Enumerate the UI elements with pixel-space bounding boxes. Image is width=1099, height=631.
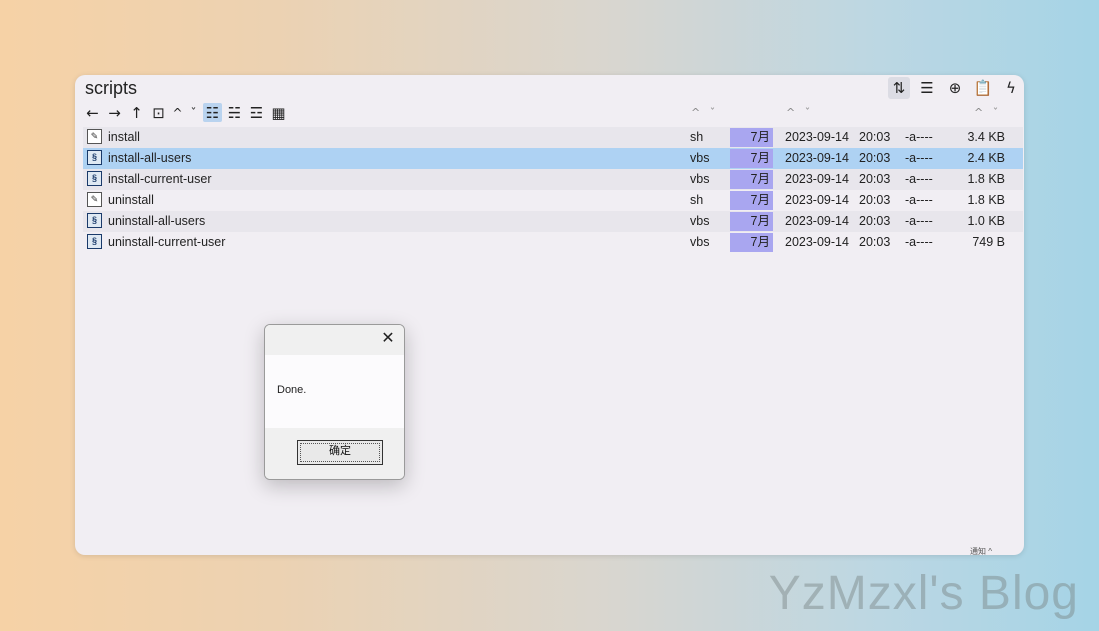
file-month: 7月 [750,235,770,249]
file-name: uninstall-all-users [108,214,206,228]
chevron-up-icon[interactable]: ^ [171,103,184,122]
file-name: install-current-user [108,172,212,186]
file-type: vbs [690,235,710,249]
file-time: 20:03 [859,151,891,165]
file-date: 2023-09-14 [785,130,849,144]
vbs-script-icon: § [87,150,102,165]
file-month: 7月 [750,214,770,228]
file-row[interactable]: § install-all-users vbs 7月 2023-09-14 20:03 -a… [83,148,1023,169]
file-date: 2023-09-14 [785,214,849,228]
file-month-badge: 7月 [730,212,773,231]
file-time: 20:03 [859,214,891,228]
file-attributes: -a---- [905,151,933,165]
grid-view-icon[interactable]: ▦ [269,103,288,122]
file-attributes: -a---- [905,193,933,207]
file-size: 749 B [972,235,1005,249]
list-view-icon[interactable]: ☰ [916,77,938,99]
file-size: 1.8 KB [967,193,1005,207]
file-attributes: -a---- [905,214,933,228]
file-date: 2023-09-14 [785,235,849,249]
file-month-badge: 7月 [730,149,773,168]
file-size: 2.4 KB [967,151,1005,165]
nav-toolbar: ← → ↑ ⊡ ^ ˇ ☷ ☵ ☲ ▦ [83,103,288,122]
file-size: 1.8 KB [967,172,1005,186]
dialog-footer: 确定 [265,428,404,479]
vbs-script-icon: § [87,213,102,228]
notification-toggle[interactable]: 通知 ^ [970,546,992,557]
forward-arrow-icon[interactable]: → [105,103,124,122]
file-name: install-all-users [108,151,192,165]
file-size: 3.4 KB [967,130,1005,144]
file-name: uninstall-current-user [108,235,226,249]
add-circle-icon[interactable]: ⊕ [944,77,966,99]
top-toolbar: ⇅ ☰ ⊕ 📋 ϟ [888,77,1022,99]
up-arrow-icon[interactable]: ↑ [127,103,146,122]
sort-icon[interactable]: ⇅ [888,77,910,99]
file-month: 7月 [750,193,770,207]
file-month-badge: 7月 [730,170,773,189]
file-month: 7月 [750,130,770,144]
watermark: YzMzxl's Blog [768,567,1079,620]
dialog-titlebar: ✕ [265,325,404,355]
file-size: 1.0 KB [967,214,1005,228]
sort-type-arrows-icon[interactable]: ^ ˇ [691,106,718,119]
file-type: sh [690,193,704,207]
file-month: 7月 [750,151,770,165]
ok-button[interactable]: 确定 [297,440,383,465]
file-attributes: -a---- [905,172,933,186]
file-month-badge: 7月 [730,128,773,147]
file-row[interactable]: § install-current-user vbs 7月 2023-09-14 20:0… [83,169,1023,190]
file-time: 20:03 [859,235,891,249]
shell-script-icon: ✎ [87,192,102,207]
file-month: 7月 [750,172,770,186]
file-time: 20:03 [859,130,891,144]
open-folder-icon[interactable]: ⊡ [149,103,168,122]
file-type: vbs [690,214,710,228]
sort-size-arrows-icon[interactable]: ^ ˇ [974,106,1001,119]
file-row[interactable]: ✎ uninstall sh 7月 2023-09-14 20:03 -a---- 1.8 K… [83,190,1023,211]
file-type: sh [690,130,704,144]
file-name: install [108,130,140,144]
file-row[interactable]: § uninstall-current-user vbs 7月 2023-09-14 20… [83,232,1023,253]
vbs-script-icon: § [87,234,102,249]
shell-script-icon: ✎ [87,129,102,144]
sort-date-arrows-icon[interactable]: ^ ˇ [786,106,813,119]
chevron-down-icon[interactable]: ˇ [187,103,200,122]
dialog-body: Done. [265,355,404,428]
file-date: 2023-09-14 [785,151,849,165]
close-icon[interactable]: ✕ [380,330,396,348]
file-list: ✎ install sh 7月 2023-09-14 20:03 -a---- 3.4 KB §… [83,127,1023,253]
window-title: scripts [85,78,138,98]
message-dialog: ✕ Done. 确定 [264,324,405,480]
vbs-script-icon: § [87,171,102,186]
file-time: 20:03 [859,193,891,207]
details-view-icon[interactable]: ☷ [203,103,222,122]
tree-view-icon[interactable]: ☲ [247,103,266,122]
list-view-alt-icon[interactable]: ☵ [225,103,244,122]
file-time: 20:03 [859,172,891,186]
bolt-icon[interactable]: ϟ [1000,77,1022,99]
file-manager-window: scripts ⇅ ☰ ⊕ 📋 ϟ ← → ↑ ⊡ ^ ˇ ☷ ☵ ☲ ▦ ^ … [75,75,1024,555]
dialog-message: Done. [277,384,307,396]
file-row[interactable]: ✎ install sh 7月 2023-09-14 20:03 -a---- 3.4 KB [83,127,1023,148]
file-attributes: -a---- [905,130,933,144]
file-month-badge: 7月 [730,191,773,210]
file-row[interactable]: § uninstall-all-users vbs 7月 2023-09-14 20:03… [83,211,1023,232]
file-type: vbs [690,172,710,186]
back-arrow-icon[interactable]: ← [83,103,102,122]
file-attributes: -a---- [905,235,933,249]
clipboard-icon[interactable]: 📋 [972,77,994,99]
file-month-badge: 7月 [730,233,773,252]
file-date: 2023-09-14 [785,193,849,207]
file-date: 2023-09-14 [785,172,849,186]
file-type: vbs [690,151,710,165]
file-name: uninstall [108,193,154,207]
